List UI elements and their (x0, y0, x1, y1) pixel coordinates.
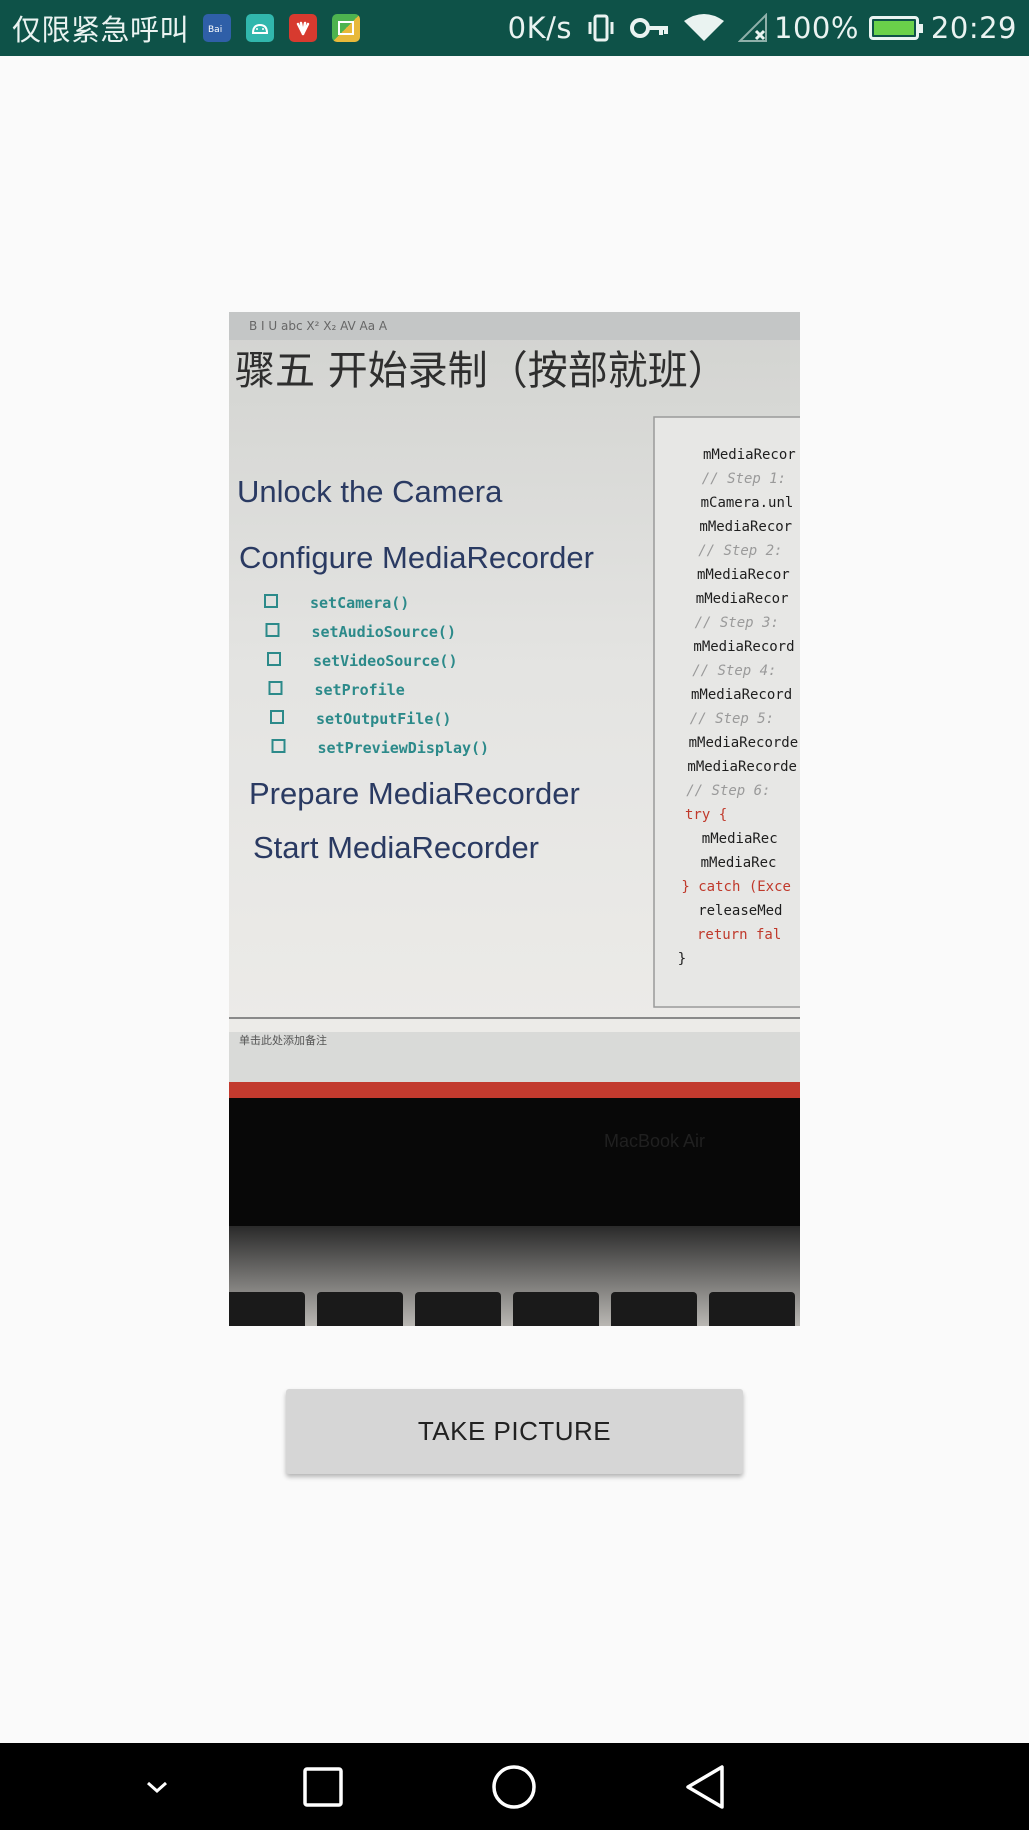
keyboard-key (709, 1292, 795, 1326)
carrier-text: 仅限紧急呼叫 (12, 13, 190, 47)
slide-item: Start MediaRecorder (253, 830, 539, 865)
chevron-down-icon[interactable] (107, 1743, 207, 1830)
back-triangle-icon[interactable] (656, 1743, 756, 1830)
navigation-bar (0, 1743, 1029, 1830)
keyboard-key (317, 1292, 403, 1326)
slide-sub-item: setPreviewDisplay() (318, 739, 490, 757)
keyboard-key (611, 1292, 697, 1326)
slide-heading: 骤五 开始录制（按部就班） (235, 348, 728, 394)
code-line: mMediaRecord (693, 639, 794, 655)
battery-percent: 100% (774, 11, 859, 45)
code-line: mMediaRecord (691, 687, 792, 703)
vibrate-icon (586, 13, 616, 43)
code-line: mMediaRecorde (687, 759, 797, 775)
code-line: mMediaRecorde (689, 735, 799, 751)
code-line: } catch (Exce (681, 879, 791, 895)
code-line: // Step 1: (702, 471, 786, 487)
svg-text:Bai: Bai (208, 25, 222, 35)
code-line: // Step 6: (686, 783, 770, 799)
slide-sub-item: setCamera() (310, 594, 409, 612)
code-line: mMediaRecor (697, 567, 790, 583)
code-line: mMediaRecor (703, 447, 796, 463)
key-icon (630, 15, 670, 41)
no-signal-icon (738, 13, 768, 43)
camera-preview: B I U abc X² X₂ AV Aa A 骤五 开始录制（按部就班） mM… (229, 312, 800, 1326)
code-line: releaseMed (698, 903, 782, 919)
wifi-icon (684, 13, 724, 43)
laptop-label: MacBook Air (604, 1131, 705, 1151)
slide-item: Prepare MediaRecorder (249, 776, 580, 811)
slide-item: Unlock the Camera (237, 474, 503, 509)
code-line: // Step 2: (698, 543, 782, 559)
window-red-edge (229, 1082, 800, 1098)
keyboard-key (415, 1292, 501, 1326)
keyboard-key (513, 1292, 599, 1326)
code-line: // Step 5: (690, 711, 774, 727)
code-line: mMediaRec (702, 831, 778, 847)
keyboard-key (229, 1292, 305, 1326)
network-speed: 0K/s (507, 11, 572, 45)
code-line: // Step 3: (695, 615, 779, 631)
clock: 20:29 (930, 11, 1017, 45)
slide-item: Configure MediaRecorder (239, 540, 594, 575)
status-bar-left: 仅限紧急呼叫 Bai (12, 7, 361, 49)
slide-sub-item: setVideoSource() (313, 652, 458, 670)
recents-square-icon[interactable] (273, 1743, 373, 1830)
slide-sub-item: setAudioSource() (312, 623, 457, 641)
code-line: } (678, 951, 686, 967)
take-picture-button[interactable]: TAKE PICTURE (286, 1389, 743, 1474)
slide-sub-item: setProfile (315, 681, 405, 699)
android-debug-icon (246, 14, 275, 42)
status-bar-right: 0K/s 100% 20:29 (508, 11, 1017, 45)
code-line: // Step 4: (692, 663, 776, 679)
code-line: mMediaRec (701, 855, 777, 871)
status-bar: 仅限紧急呼叫 Bai 0K/s 100% 20:29 (0, 0, 1029, 56)
code-line: mMediaRecor (696, 591, 789, 607)
home-circle-icon[interactable] (464, 1743, 564, 1830)
battery-icon (868, 16, 923, 40)
photos-app-icon (332, 14, 361, 42)
svg-text:B I U abc X² X₂ AV Aa: B I U abc X² X₂ AV Aa A (249, 319, 388, 333)
code-line: mMediaRecor (699, 519, 792, 535)
camera-preview-image: B I U abc X² X₂ AV Aa A 骤五 开始录制（按部就班） mM… (229, 312, 800, 1326)
code-line: mCamera.unl (701, 495, 794, 511)
baidu-app-icon: Bai (203, 14, 232, 42)
code-line: return fal (697, 927, 781, 943)
battery-fill (873, 21, 914, 35)
laptop-bezel (229, 1098, 800, 1226)
huawei-icon (289, 14, 318, 42)
code-line: try { (685, 807, 727, 823)
slide-sub-item: setOutputFile() (316, 710, 451, 728)
notes-placeholder: 单击此处添加备注 (239, 1033, 327, 1047)
